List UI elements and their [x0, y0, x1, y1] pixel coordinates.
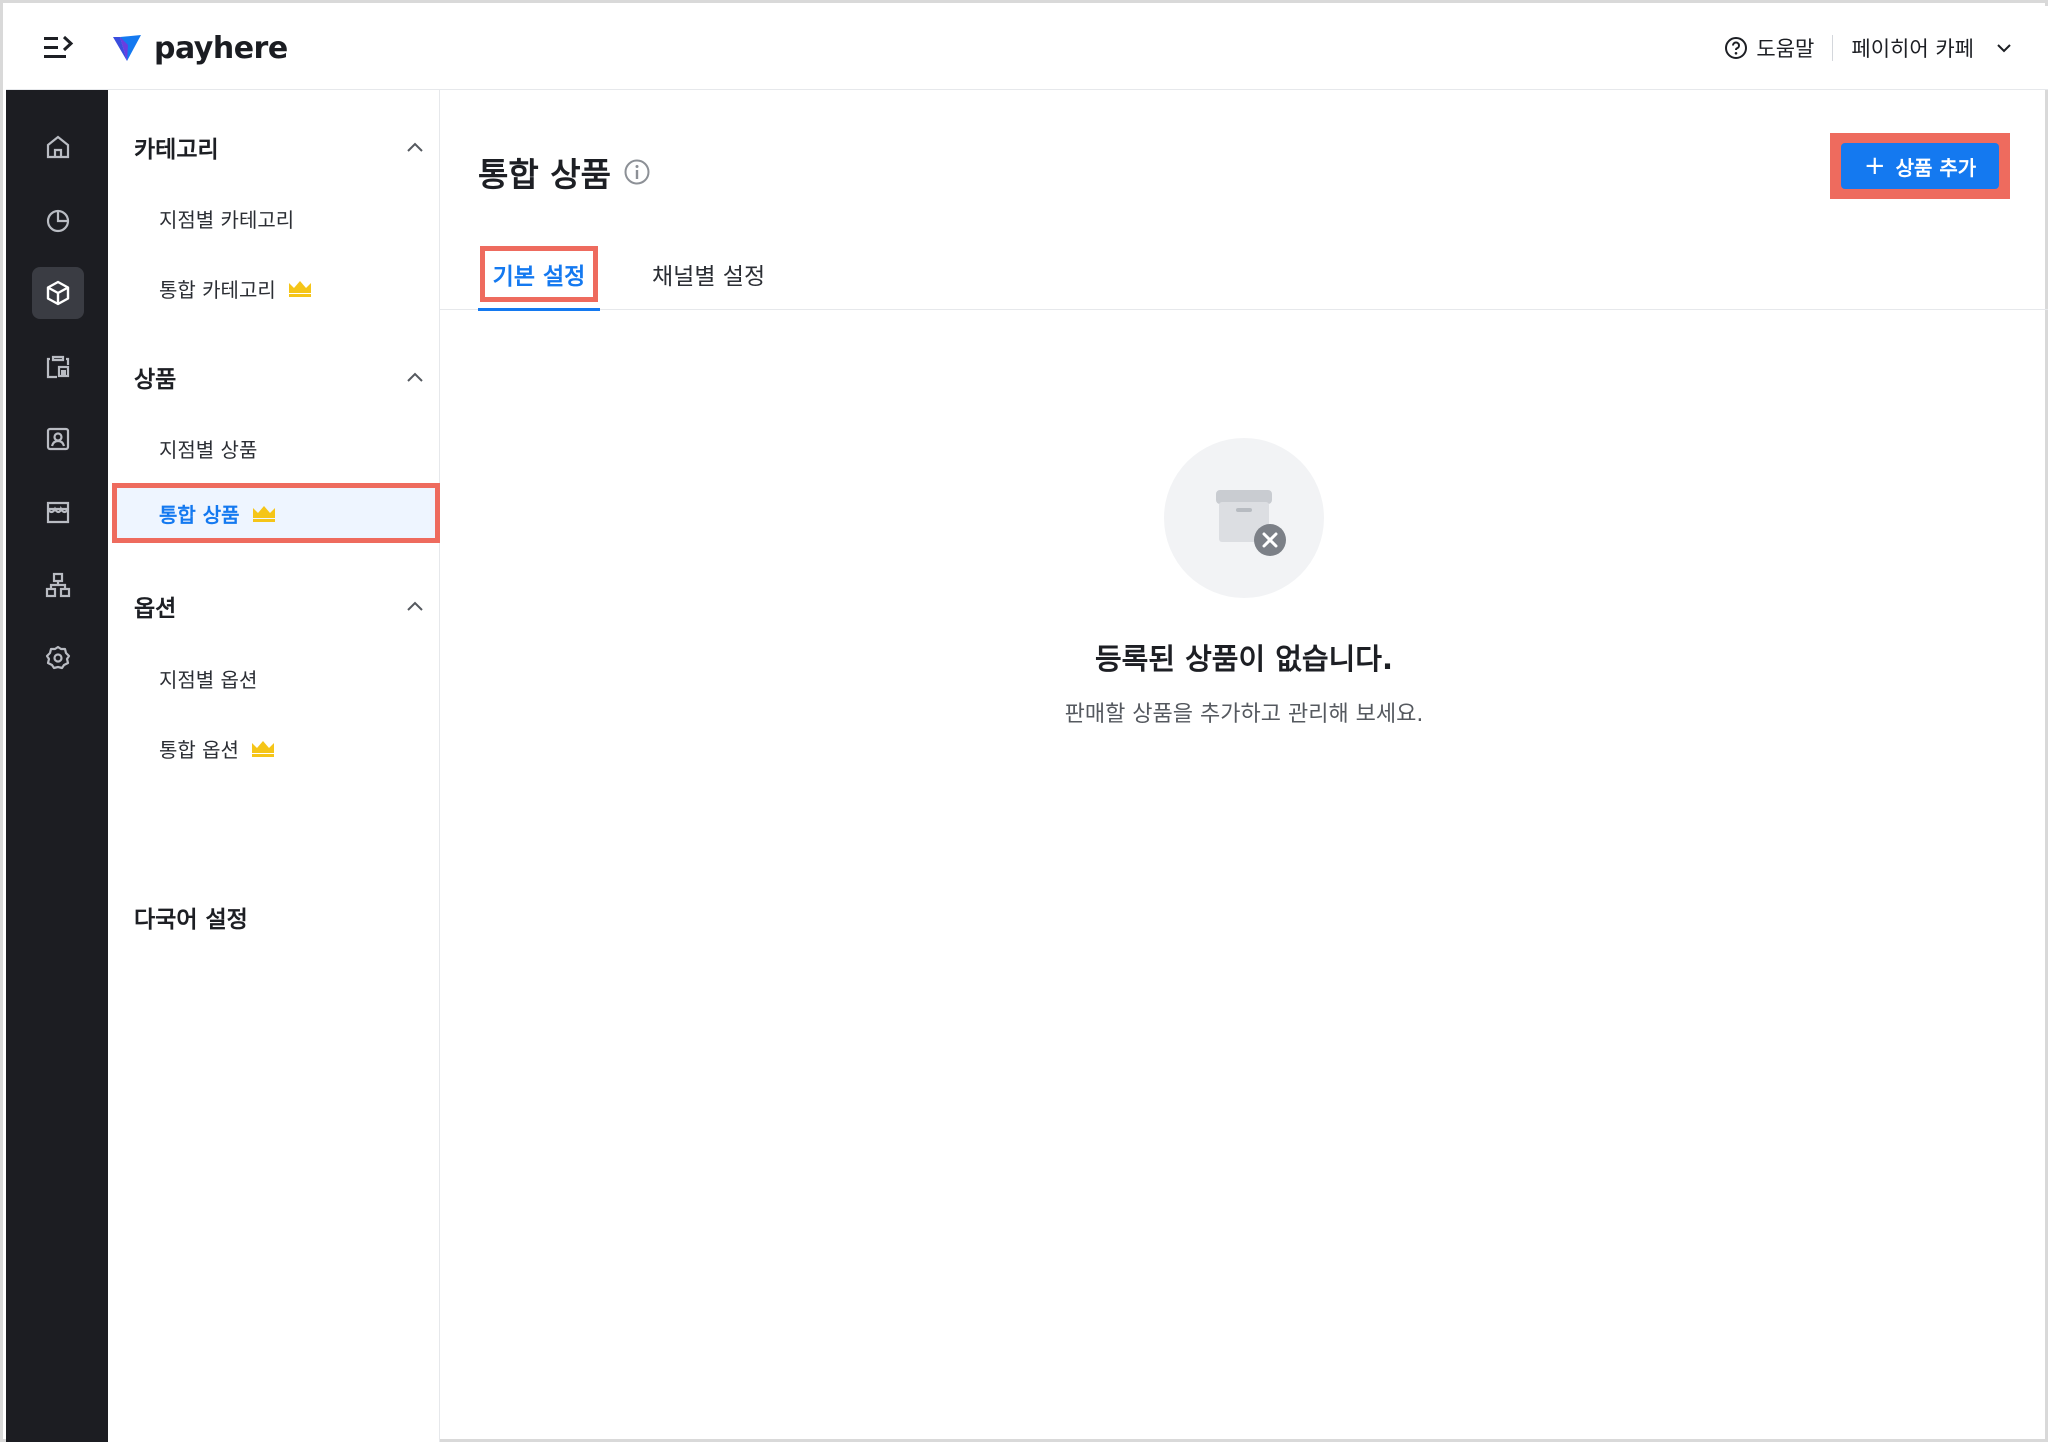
- logo-text: payhere: [154, 30, 288, 66]
- chevron-up-icon: [407, 372, 423, 382]
- plus-icon: +: [1863, 151, 1886, 181]
- tab-bar: 기본 설정 채널별 설정: [440, 238, 2048, 311]
- chevron-up-icon: [407, 142, 423, 152]
- crown-icon: [251, 741, 274, 757]
- chart-icon[interactable]: [32, 194, 84, 246]
- store-selector[interactable]: 페이히어 카페: [1851, 33, 2012, 63]
- home-icon[interactable]: [32, 121, 84, 173]
- sidebar-item-label: 통합 카테고리: [159, 277, 276, 302]
- org-icon[interactable]: [32, 559, 84, 611]
- sidebar-group-title: 옵션: [134, 596, 177, 622]
- empty-state-title: 등록된 상품이 없습니다.: [1094, 642, 1393, 676]
- customer-icon[interactable]: [32, 413, 84, 465]
- sidebar-group-title: 카테고리: [134, 137, 219, 163]
- empty-box-icon: [1164, 438, 1324, 598]
- sidebar: 카테고리 지점별 카테고리 통합 카테고리 상품 지점별 상품 통합 상품 옵션…: [108, 90, 440, 1442]
- help-icon: [1725, 37, 1748, 59]
- tab-label: 기본 설정: [479, 246, 599, 302]
- sidebar-group-title: 상품: [134, 367, 177, 393]
- payhere-logo-icon: [113, 35, 141, 61]
- crown-icon: [252, 506, 275, 522]
- sidebar-item-label: 통합 상품: [159, 502, 240, 527]
- sidebar-item-branch-product[interactable]: 지점별 상품: [159, 430, 257, 466]
- sidebar-item-label: 지점별 옵션: [159, 667, 258, 692]
- page-title-text: 통합 상품: [478, 155, 611, 194]
- help-label: 도움말: [1756, 37, 1815, 61]
- header-divider: [1832, 35, 1834, 61]
- store-icon[interactable]: [32, 486, 84, 538]
- sidebar-group-product[interactable]: 상품: [134, 357, 424, 397]
- sidebar-group-category[interactable]: 카테고리: [134, 127, 424, 167]
- sidebar-item-label: 통합 옵션: [159, 737, 239, 762]
- logo[interactable]: payhere: [112, 30, 288, 66]
- add-button-highlight: + 상품 추가: [1830, 133, 2010, 199]
- info-icon[interactable]: [623, 158, 651, 186]
- store-name: 페이히어 카페: [1851, 37, 1974, 61]
- sidebar-item-integrated-product[interactable]: 통합 상품: [159, 495, 276, 531]
- sidebar-item-branch-category[interactable]: 지점별 카테고리: [159, 200, 294, 236]
- active-tab-indicator: [478, 308, 600, 311]
- sidebar-item-integrated-category[interactable]: 통합 카테고리: [159, 270, 312, 306]
- settings-icon[interactable]: [32, 632, 84, 684]
- main-content: 통합 상품 + 상품 추가 기본 설정 채널별 설정 등록된 상품이 없습니다.…: [440, 90, 2048, 1442]
- tab-basic-settings[interactable]: 기본 설정: [478, 238, 600, 311]
- add-product-label: 상품 추가: [1895, 155, 1977, 180]
- chevron-down-icon: [1997, 44, 2011, 53]
- header-actions: 도움말 페이히어 카페: [1724, 28, 2012, 68]
- sidebar-item-branch-option[interactable]: 지점별 옵션: [159, 660, 257, 696]
- top-bar: payhere 도움말 페이히어 카페: [6, 6, 2048, 90]
- menu-toggle-icon[interactable]: [42, 34, 74, 62]
- inventory-icon[interactable]: [32, 340, 84, 392]
- app-window: payhere 도움말 페이히어 카페 카테고리 지점별 카테고리 통합 카테고…: [0, 0, 2048, 1442]
- icon-rail: [6, 90, 108, 1442]
- sidebar-item-integrated-option[interactable]: 통합 옵션: [159, 730, 275, 766]
- empty-state-description: 판매할 상품을 추가하고 관리해 보세요.: [1064, 702, 1424, 727]
- help-button[interactable]: 도움말: [1724, 33, 1814, 63]
- sidebar-item-label: 지점별 상품: [159, 437, 258, 462]
- page-title: 통합 상품: [478, 148, 651, 196]
- sidebar-item-label: 지점별 카테고리: [159, 207, 295, 232]
- product-icon[interactable]: [32, 267, 84, 319]
- add-product-button[interactable]: + 상품 추가: [1841, 143, 1999, 189]
- empty-state: 등록된 상품이 없습니다. 판매할 상품을 추가하고 관리해 보세요.: [440, 438, 2048, 728]
- sidebar-group-option[interactable]: 옵션: [134, 586, 424, 626]
- tab-channel-settings[interactable]: 채널별 설정: [652, 238, 765, 310]
- crown-icon: [288, 281, 311, 297]
- tab-label: 채널별 설정: [652, 264, 766, 290]
- chevron-up-icon: [407, 601, 423, 611]
- sidebar-item-multilanguage[interactable]: 다국어 설정: [134, 900, 248, 934]
